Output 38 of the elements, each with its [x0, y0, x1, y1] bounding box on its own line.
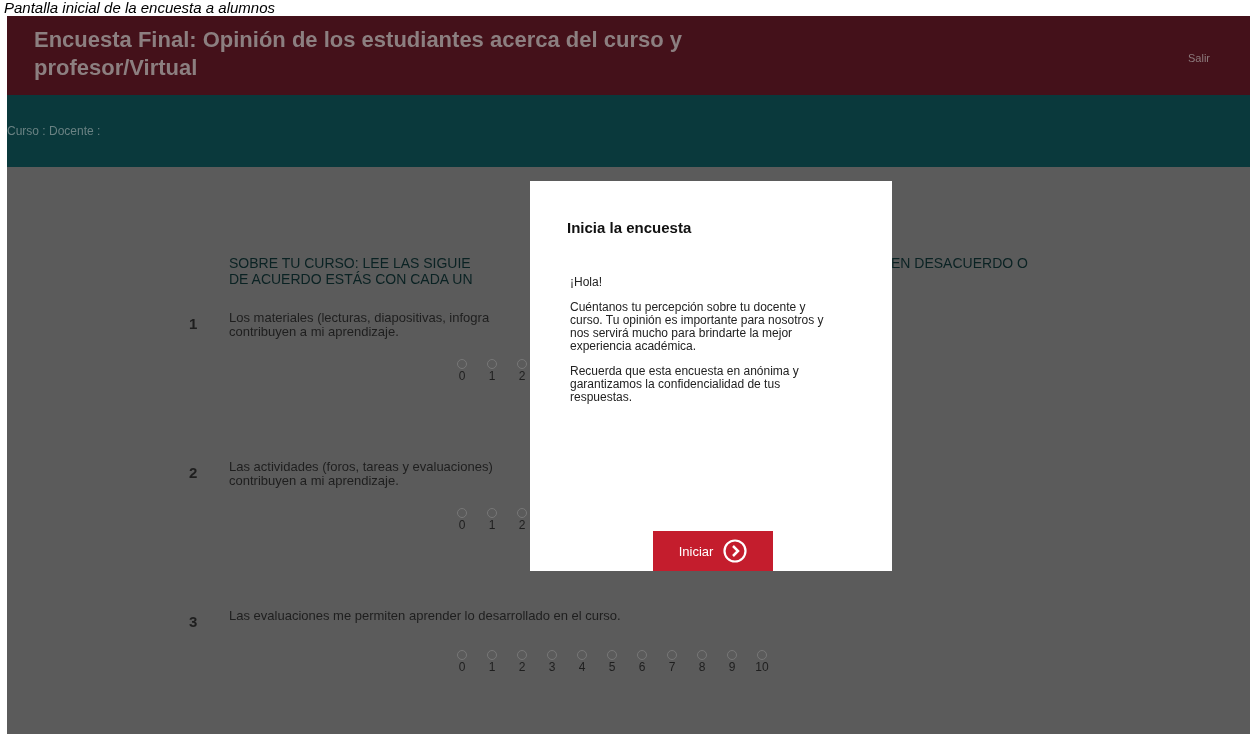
dialog-text: ¡Hola! [570, 276, 603, 289]
question-text: contribuyen a mi aprendizaje. [229, 474, 400, 488]
section-heading: EN DESACUERDO O [891, 255, 1028, 273]
chevron-circle-icon [723, 539, 748, 563]
option-label: 5 [608, 660, 616, 674]
question-text: Las evaluaciones me permiten aprender lo desarrollado en el curso. [229, 609, 621, 623]
dialog-title: Inicia la encuesta [567, 219, 693, 236]
option-label: 10 [755, 660, 769, 674]
question-number: 1 [189, 314, 199, 334]
question-number: 3 [189, 612, 199, 630]
option-label: 1 [488, 369, 496, 383]
question-text: Los materiales (lecturas, diapositivas, infogra [229, 311, 490, 325]
question-number: 2 [189, 463, 199, 483]
option-label: 1 [488, 518, 496, 532]
option-label: 2 [518, 518, 526, 532]
question-text: Las actividades (foros, tareas y evaluaciones) [229, 460, 493, 474]
option-label: 2 [518, 660, 526, 674]
option-label: 7 [668, 660, 676, 674]
option-label: 4 [578, 660, 586, 674]
option-label: 8 [698, 660, 706, 674]
question-text: contribuyen a mi aprendizaje. [229, 325, 399, 339]
option-label: 0 [458, 518, 466, 532]
option-label: 1 [488, 660, 496, 674]
option-label: 0 [458, 369, 466, 383]
dialog-text: Cuéntanos tu percepción sobre tu docente y curso. Tu opinión es importante para nosotros y nos servirá mucho para brindarte la mejor experiencia académica. [570, 301, 825, 353]
option-label: 3 [548, 660, 556, 674]
logout-link[interactable]: Salir [1188, 52, 1210, 64]
caption-text: Pantalla inicial de la encuesta a alumnos [3, 0, 276, 16]
section-heading: DE ACUERDO ESTÁS CON CADA UN [229, 271, 474, 287]
option-label: 0 [458, 660, 466, 674]
start-button[interactable]: Iniciar [653, 531, 773, 571]
dialog-text: Recuerda que esta encuesta en anónima y garantizamos la confidencialidad de tus respuestas. [570, 365, 800, 404]
course-teacher-label: Curso : Docente : [7, 124, 101, 139]
section-heading: SOBRE TU CURSO: LEE LAS SIGUIE [229, 255, 472, 271]
option-label: 6 [638, 660, 646, 674]
option-label: 2 [518, 369, 526, 383]
page-title: Encuesta Final: Opinión de los estudiantes acerca del curso y profesor/Virtual [34, 26, 683, 82]
option-label: 9 [728, 660, 736, 674]
